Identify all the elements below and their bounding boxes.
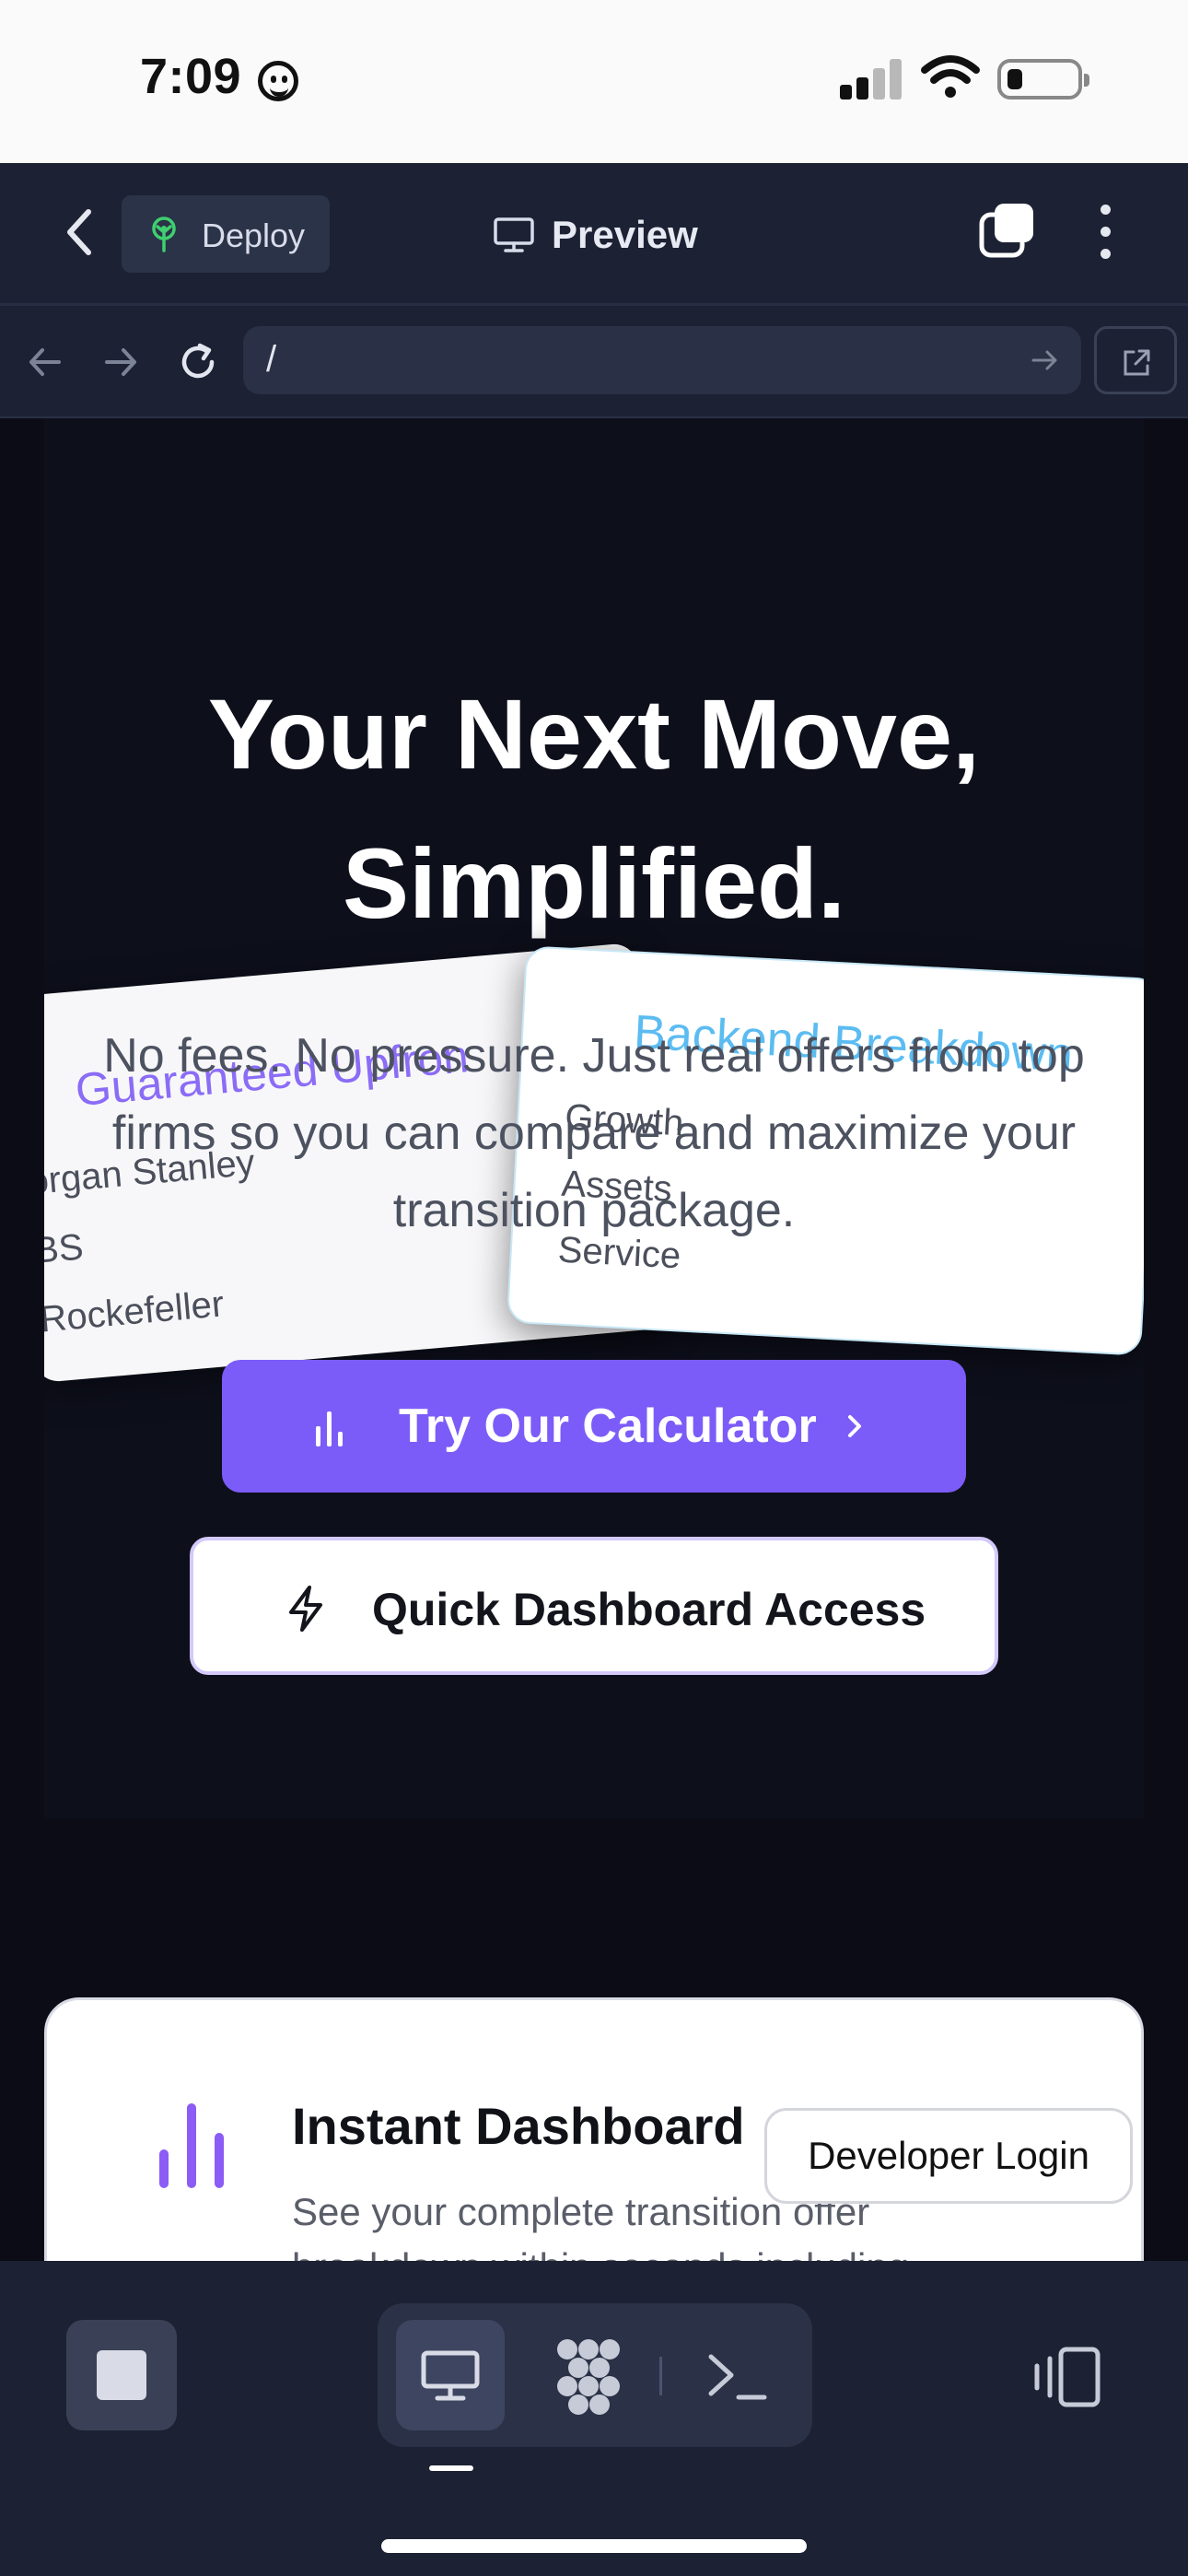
chevron-right-icon — [848, 1415, 861, 1437]
terminal-icon[interactable] — [683, 2322, 792, 2430]
bar-chart-icon — [316, 1411, 343, 1446]
cellular-signal-icon — [840, 57, 904, 100]
try-calculator-label: Try Our Calculator — [399, 1399, 817, 1453]
deploy-tree-icon — [152, 217, 176, 252]
url-text: / — [266, 339, 277, 380]
deploy-button[interactable]: Deploy — [122, 195, 330, 273]
hero-subtitle-line2: firms so you can compare and maximize yo… — [111, 1107, 1077, 1160]
reload-icon[interactable] — [175, 339, 221, 385]
page-gutter — [1144, 916, 1188, 1432]
tab-preview[interactable]: Preview — [493, 207, 698, 263]
quick-dashboard-button[interactable]: Quick Dashboard Access — [190, 1537, 998, 1675]
page-gutter — [0, 916, 44, 1432]
desktop-view-button[interactable] — [396, 2320, 505, 2430]
hero-subtitle-line1: No fees. No pressure. Just real offers f… — [103, 1029, 1085, 1083]
deploy-label: Deploy — [202, 217, 306, 254]
try-calculator-button[interactable]: Try Our Calculator — [222, 1360, 966, 1493]
arrow-left-icon[interactable] — [22, 339, 68, 385]
divider — [659, 2357, 662, 2395]
monitor-icon — [494, 217, 534, 252]
preview-page: Your Next Move, Simplified. Guaranteed U… — [0, 418, 1188, 2261]
card-item: Rockefeller — [38, 1283, 226, 1341]
arrow-right-icon[interactable] — [98, 339, 144, 385]
open-external-button[interactable] — [1094, 326, 1177, 394]
bar-chart-icon — [159, 2103, 224, 2188]
external-link-icon — [1124, 349, 1150, 376]
preview-label: Preview — [552, 213, 698, 256]
monitor-icon — [421, 2350, 480, 2401]
lightning-icon — [289, 1586, 322, 1632]
quick-dashboard-label: Quick Dashboard Access — [372, 1584, 926, 1635]
browser-toolbar: / — [0, 306, 1188, 418]
wifi-icon — [921, 55, 980, 98]
view-mode-switcher — [378, 2303, 812, 2447]
arrow-right-icon[interactable] — [1030, 346, 1061, 374]
hero-title-line1: Your Next Move, — [207, 678, 981, 790]
hero-title: Your Next Move, Simplified. — [44, 660, 1144, 958]
status-bar: 7:09 — [0, 0, 1188, 163]
url-input[interactable]: / — [243, 326, 1081, 394]
smiley-face-icon — [258, 61, 298, 101]
stop-button[interactable] — [66, 2320, 177, 2430]
active-tab-indicator — [429, 2465, 473, 2471]
developer-login-button[interactable]: Developer Login — [764, 2108, 1133, 2204]
device-rotate-icon[interactable] — [1030, 2346, 1103, 2408]
workspace-grid-icon[interactable] — [534, 2322, 643, 2430]
hero-subtitle: No fees. No pressure. Just real offers f… — [44, 1017, 1144, 1249]
battery-low-icon — [997, 59, 1089, 100]
feature-title: Instant Dashboard — [292, 2097, 745, 2155]
tabs-icon[interactable] — [978, 202, 1035, 259]
bottom-toolbar — [0, 2261, 1188, 2576]
home-indicator — [381, 2539, 807, 2553]
chevron-left-icon[interactable] — [57, 205, 103, 260]
app-header: Deploy Preview — [0, 163, 1188, 306]
more-vertical-icon[interactable] — [1094, 205, 1116, 260]
stop-icon — [97, 2350, 146, 2400]
hero-subtitle-line3: transition package. — [392, 1184, 796, 1237]
status-time: 7:09 — [140, 49, 242, 104]
hero-title-line2: Simplified. — [342, 827, 846, 939]
